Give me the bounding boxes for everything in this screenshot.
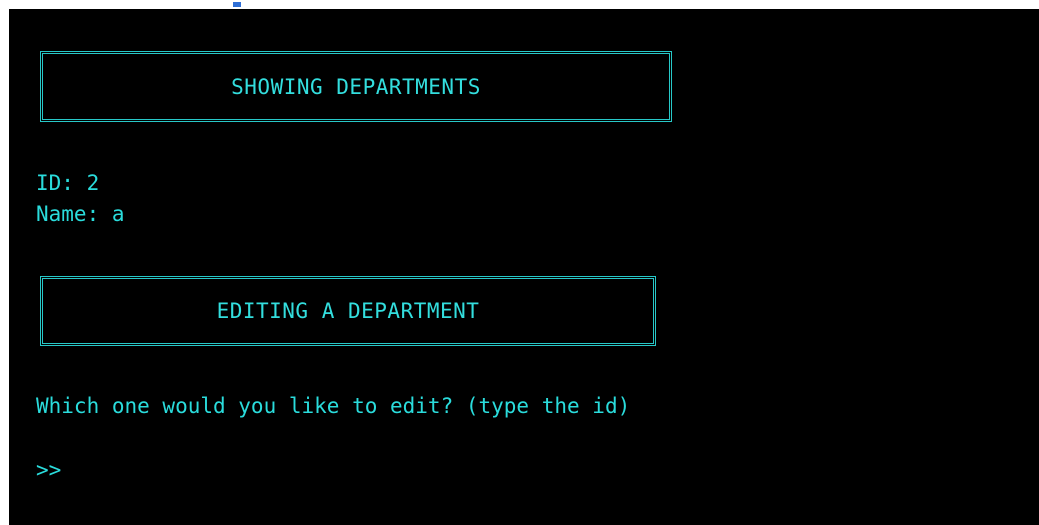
window-top-strip: [0, 0, 1039, 9]
department-name-label: Name:: [36, 202, 100, 226]
edit-question: Which one would you like to edit? (type …: [36, 394, 631, 418]
department-id-label: ID:: [36, 171, 74, 195]
title-caret-mark: [233, 2, 241, 7]
banner-editing-department: EDITING A DEPARTMENT: [40, 276, 656, 346]
department-name-line: Name: a: [36, 202, 125, 226]
banner-editing-label: EDITING A DEPARTMENT: [216, 299, 480, 323]
banner-showing-departments: SHOWING DEPARTMENTS: [40, 51, 672, 122]
console-window[interactable]: SHOWING DEPARTMENTS ID: 2 Name: a EDITIN…: [9, 9, 1039, 525]
banner-showing-label: SHOWING DEPARTMENTS: [231, 74, 481, 99]
input-prompt[interactable]: >>: [36, 458, 61, 482]
department-name-value: a: [111, 202, 125, 226]
department-id-value: 2: [86, 171, 100, 195]
department-id-line: ID: 2: [36, 171, 99, 195]
